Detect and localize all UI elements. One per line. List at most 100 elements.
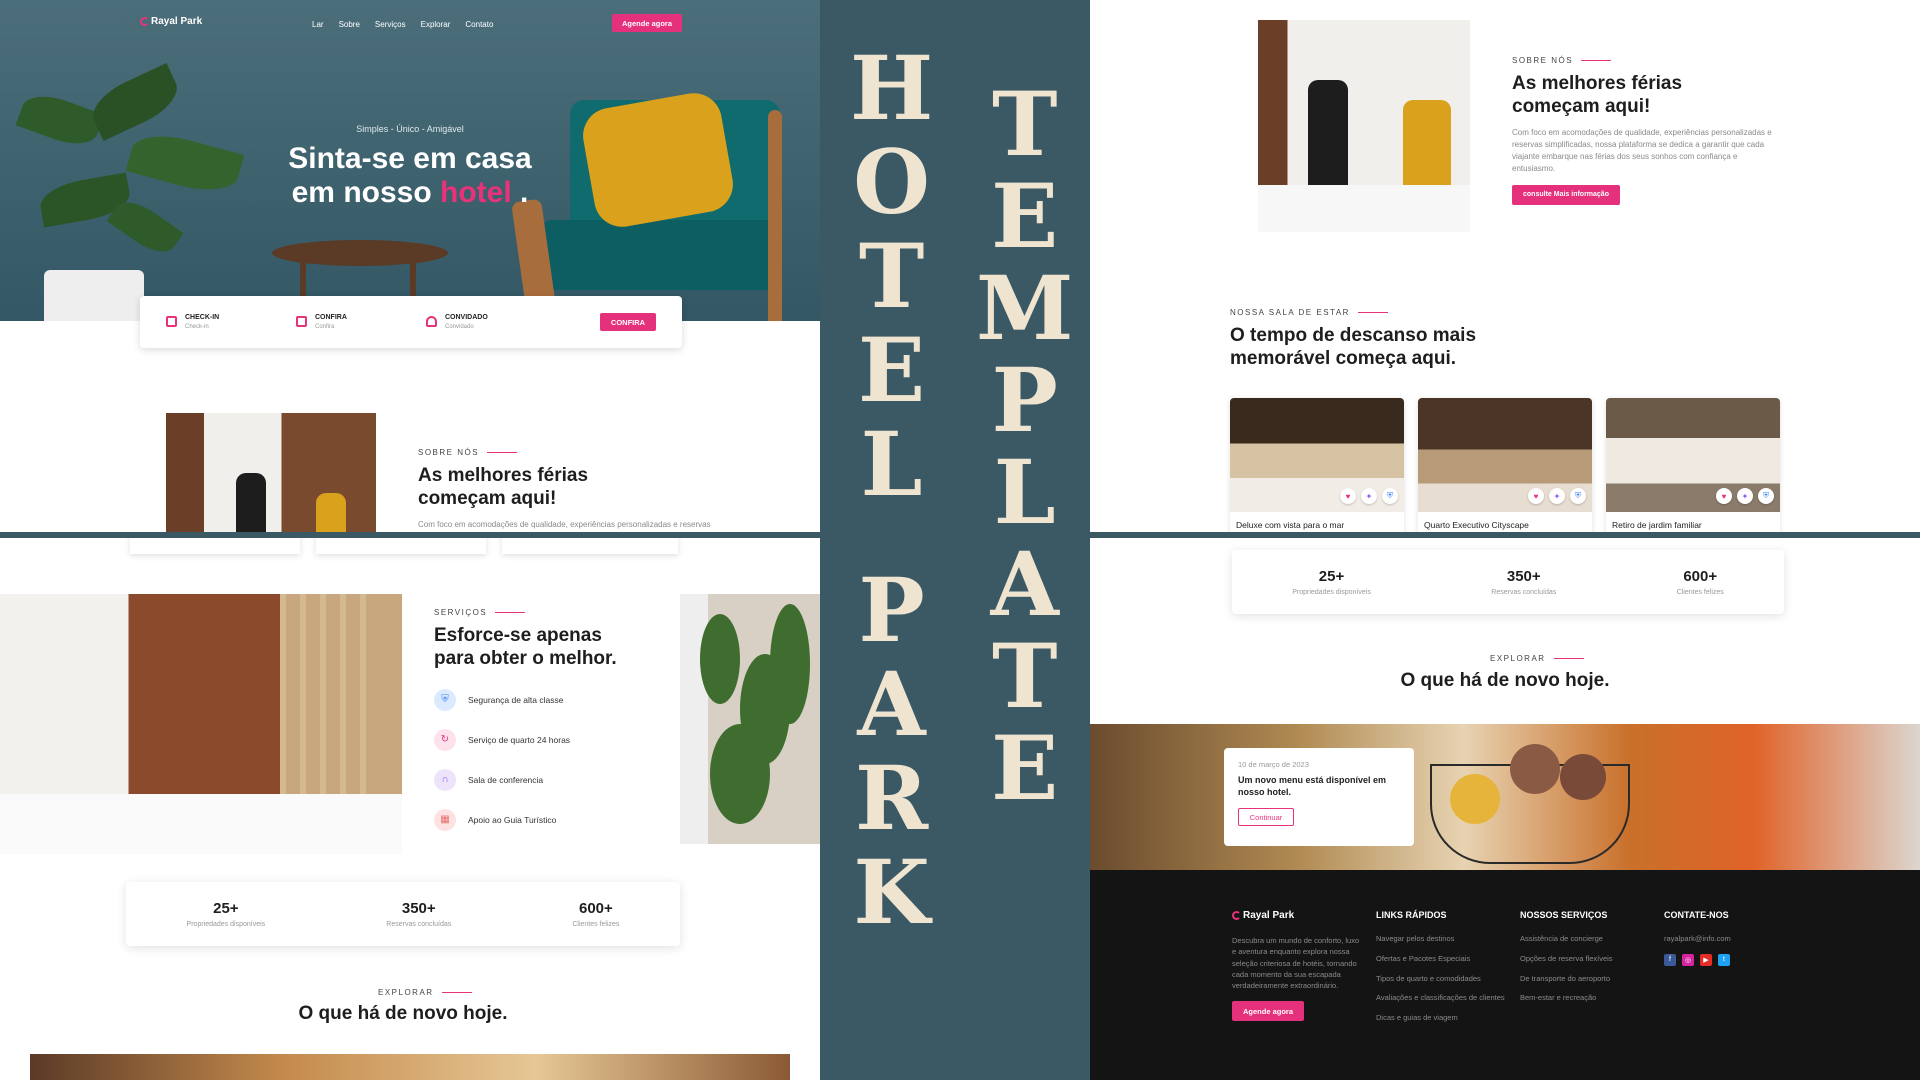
footer-link[interactable]: De transporte do aeroporto	[1520, 974, 1650, 984]
footer-link[interactable]: Tipos de quarto e comodidades	[1376, 974, 1506, 984]
footer-link[interactable]: Ofertas e Pacotes Especiais	[1376, 954, 1506, 964]
heart-icon[interactable]: ♥	[1528, 488, 1544, 504]
stat-number: 350+	[401, 900, 436, 917]
logo-icon	[1232, 911, 1241, 920]
brand-logo[interactable]: Rayal Park	[140, 16, 202, 27]
poster-letter: L	[860, 412, 923, 516]
poster-letter: E	[858, 318, 926, 422]
footer-panel: 25+ Propriedades disponíveis 350+ Reservas…	[1090, 538, 1920, 1080]
services-title: Esforce-se apenas para obter o melhor.	[434, 625, 650, 671]
poster-word-template: TEMPLATE	[976, 80, 1073, 812]
share-icon[interactable]: ✦	[1361, 488, 1377, 504]
room-card[interactable]: ♥ ✦ ⛨ Deluxe com vista para o mar	[1230, 398, 1404, 532]
contact-email[interactable]: rayalpark@info.com	[1664, 934, 1794, 944]
poster-letter: T	[991, 624, 1058, 728]
footer-quick-links: LINKS RÁPIDOS Navegar pelos destinos Ofe…	[1376, 910, 1506, 1033]
guest-field[interactable]: CONVIDADO Convidado	[426, 314, 556, 330]
heart-icon[interactable]: ♥	[1340, 488, 1356, 504]
checkout-field[interactable]: CONFIRA Confira	[296, 314, 426, 330]
calendar-icon	[166, 316, 177, 327]
poster-letter: T	[991, 72, 1058, 176]
room-card[interactable]: ♥ ✦ ⛨ Retiro de jardim familiar	[1606, 398, 1780, 532]
about-section: SOBRE NÓS As melhores férias começam aqu…	[418, 448, 718, 532]
plant-photo	[680, 594, 820, 844]
services-title-line1: Esforce-se apenas	[434, 625, 602, 646]
footer-link[interactable]: Opções de reserva flexíveis	[1520, 954, 1650, 964]
footer-brand-column: Rayal Park Descubra um mundo de conforto…	[1232, 910, 1362, 1022]
service-label: Segurança de alta classe	[468, 694, 564, 705]
footer-book-button[interactable]: Agende agora	[1232, 1001, 1304, 1022]
plant-leaf	[15, 87, 105, 153]
nav-link-services[interactable]: Serviços	[375, 20, 406, 29]
eyebrow-line	[487, 452, 518, 453]
stat-label: Reservas concluídas	[386, 921, 452, 928]
twitter-icon[interactable]: t	[1718, 953, 1730, 966]
room-actions: ♥ ✦ ⛨	[1716, 488, 1774, 504]
poster-letter: P	[858, 558, 925, 662]
stat-number: 600+	[1683, 568, 1718, 585]
stat-properties: 25+ Propriedades disponíveis	[187, 900, 266, 928]
footer-link[interactable]: Avaliações e classificações de clientes	[1376, 993, 1506, 1003]
stat-number: 600+	[579, 900, 613, 917]
share-icon[interactable]: ✦	[1737, 488, 1753, 504]
poster-letter: H	[850, 36, 934, 140]
checkin-label: CHECK-IN	[185, 314, 220, 321]
room-card[interactable]: ♥ ✦ ⛨ Quarto Executivo Cityscape	[1418, 398, 1592, 532]
share-icon[interactable]: ✦	[1549, 488, 1565, 504]
quick-links-heading: LINKS RÁPIDOS	[1376, 910, 1447, 920]
checkin-field[interactable]: CHECK-IN Check-in	[166, 314, 296, 330]
news-photo-fragment	[30, 1054, 790, 1080]
youtube-icon[interactable]: ▶	[1700, 953, 1712, 966]
footer-link[interactable]: Assistência de concierge	[1520, 934, 1650, 944]
calendar-icon	[296, 316, 307, 327]
footer-link[interactable]: Dicas e guias de viagem	[1376, 1013, 1506, 1023]
services-eyebrow-text: SERVIÇOS	[434, 608, 488, 617]
plant-leaf	[700, 614, 740, 704]
booking-bar: CHECK-IN Check-in CONFIRA Confira CONVIDAD…	[140, 296, 682, 348]
poster-letter: R	[855, 746, 929, 850]
brand-name: Rayal Park	[151, 16, 203, 27]
social-links: f ◎ ▶ t	[1664, 953, 1794, 966]
hero-panel: Rayal Park Lar Sobre Serviços Explorar C…	[0, 0, 820, 532]
shield-icon[interactable]: ⛨	[1758, 488, 1774, 504]
learn-more-button[interactable]: consulte Mais informação	[1512, 184, 1620, 205]
footer-link[interactable]: Bem-estar e recreação	[1520, 993, 1650, 1003]
explore-title: O que há de novo hoje.	[298, 1003, 508, 1024]
footer-link[interactable]: Navegar pelos destinos	[1376, 934, 1506, 944]
news-card: 10 de março de 2023 Um novo menu está di…	[1224, 748, 1414, 846]
shield-icon[interactable]: ⛨	[1382, 488, 1398, 504]
nav-link-home[interactable]: Lar	[312, 20, 324, 29]
about-eyebrow-text: SOBRE NÓS	[1512, 56, 1574, 65]
about-eyebrow: SOBRE NÓS	[1512, 56, 1802, 65]
services-title-line2: para obter o melhor.	[434, 647, 617, 669]
room-actions: ♥ ✦ ⛨	[1528, 488, 1586, 504]
checkin-value: Check-in	[185, 324, 209, 330]
room-actions: ♥ ✦ ⛨	[1340, 488, 1398, 504]
guest-label: CONVIDADO	[445, 314, 488, 321]
nav-link-contact[interactable]: Contato	[465, 20, 493, 29]
yellow-pillow	[578, 88, 738, 232]
reception-photo	[1258, 20, 1470, 232]
card-fragment	[130, 538, 300, 554]
poster-letter: M	[976, 256, 1074, 360]
book-now-button[interactable]: Agende agora	[612, 14, 682, 32]
explore-eyebrow-text: EXPLORAR	[1490, 654, 1546, 663]
stat-number: 350+	[1506, 568, 1541, 585]
nav-links: Lar Sobre Serviços Explorar Contato	[312, 20, 493, 29]
brand-name: Rayal Park	[1243, 910, 1295, 921]
continue-button[interactable]: Continuar	[1238, 808, 1294, 827]
check-availability-button[interactable]: CONFIRA	[600, 313, 656, 331]
about-title-line1: As melhores férias	[418, 465, 589, 486]
lounge-section: NOSSA SALA DE ESTAR O tempo de descanso …	[1230, 308, 1476, 371]
poster-word-hotel: HOTEL	[850, 44, 933, 508]
heart-icon[interactable]: ♥	[1716, 488, 1732, 504]
footer-logo[interactable]: Rayal Park	[1232, 910, 1362, 921]
hero-title-highlight: hotel	[440, 175, 512, 209]
nav-link-explore[interactable]: Explorar	[421, 20, 451, 29]
guest-figure	[316, 493, 346, 532]
poster-title-hotel-park: HOTEL PARK	[850, 44, 933, 936]
shield-icon[interactable]: ⛨	[1570, 488, 1586, 504]
facebook-icon[interactable]: f	[1664, 953, 1676, 966]
instagram-icon[interactable]: ◎	[1682, 953, 1694, 966]
nav-link-about[interactable]: Sobre	[339, 20, 360, 29]
